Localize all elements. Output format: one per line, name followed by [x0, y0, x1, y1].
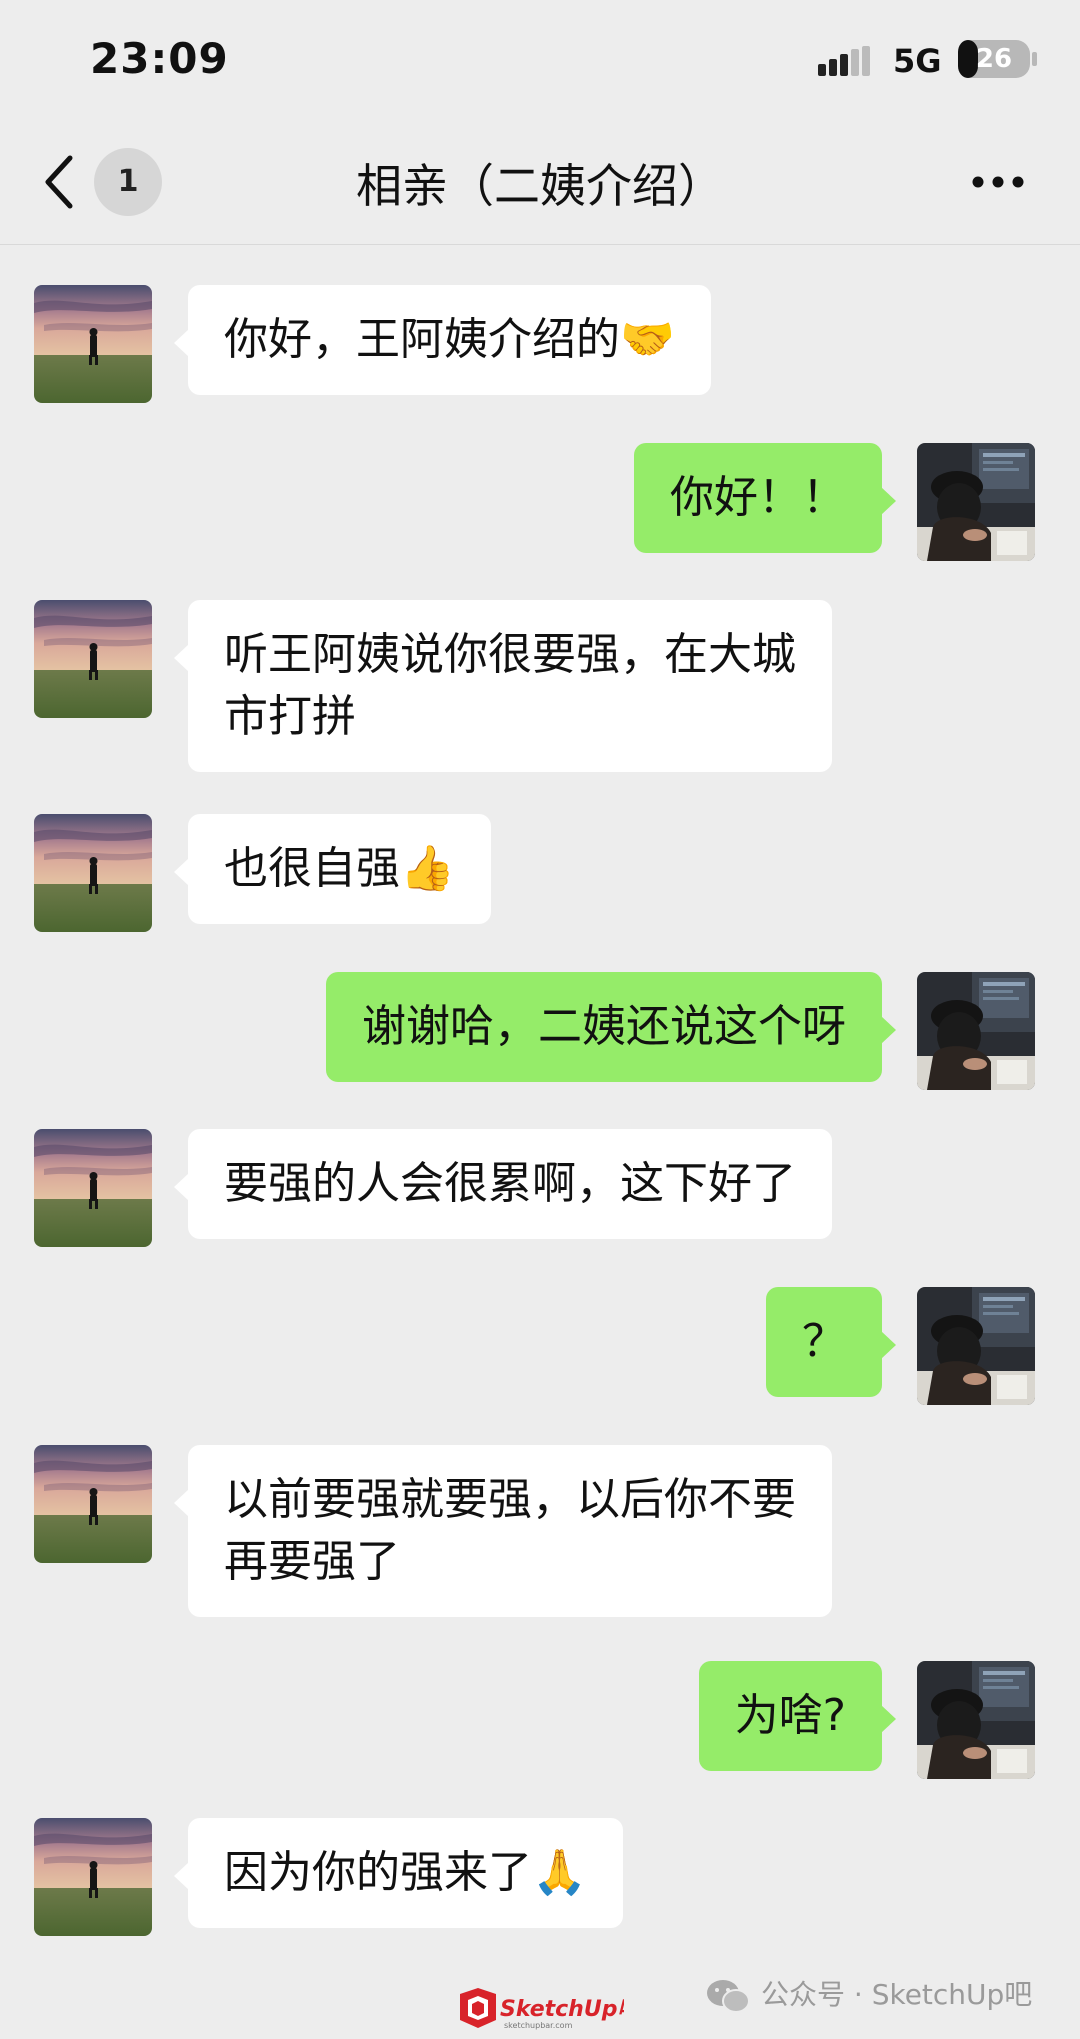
status-time: 23:09 — [90, 34, 229, 83]
contact-avatar[interactable] — [34, 1818, 152, 1936]
message-text: 再要强了 — [224, 1536, 400, 1587]
message-text: ？ — [802, 1316, 846, 1367]
message-bubble[interactable]: 为啥? — [698, 1661, 897, 1771]
chat-title: 相亲（二姨介绍） — [356, 159, 724, 213]
contact-avatar[interactable] — [34, 1129, 152, 1247]
more-options-icon[interactable] — [970, 168, 1026, 196]
emoji-icon: 🙏 — [532, 1847, 587, 1898]
my-avatar[interactable] — [917, 972, 1035, 1090]
message-text: 因为你的强来了 — [224, 1847, 532, 1898]
watermark: 公众号 · SketchUp吧 — [705, 1970, 1032, 2020]
wechat-icon — [707, 1980, 750, 2013]
emoji-icon: 🤝 — [620, 314, 675, 365]
message-text: 听王阿姨说你很要强，在大城 — [224, 629, 796, 680]
message-bubble[interactable]: 以前要强就要强，以后你不要 再要强了 — [174, 1445, 832, 1617]
status-bar: 23:09 5G 26 — [0, 0, 1080, 120]
battery-level: 26 — [975, 44, 1013, 74]
message-bubble[interactable]: 谢谢哈，二姨还说这个呀 — [326, 972, 896, 1082]
watermark-text: 公众号 · SketchUp吧 — [761, 1978, 1033, 2011]
unread-count-badge[interactable]: 1 — [94, 148, 162, 216]
message-bubble[interactable]: ？ — [766, 1287, 896, 1397]
network-type: 5G — [893, 42, 942, 80]
contact-avatar[interactable] — [34, 600, 152, 718]
svg-text:sketchupbar.com: sketchupbar.com — [504, 2021, 573, 2030]
message-text: 市打拼 — [224, 691, 356, 742]
message-list[interactable]: 你好，王阿姨介绍的🤝 你好！！ 听王阿姨说你很要强，在大城 市打拼也很自强👍 谢谢哈，二… — [0, 245, 1080, 2039]
message-text: 你好！！ — [670, 472, 846, 523]
message-bubble[interactable]: 听王阿姨说你很要强，在大城 市打拼 — [174, 600, 832, 772]
message-text: 为啥? — [734, 1690, 846, 1741]
my-avatar[interactable] — [917, 1661, 1035, 1779]
message-bubble[interactable]: 因为你的强来了🙏 — [174, 1818, 623, 1928]
sketchup-logo: SketchUp吧 sketchupbar.com — [460, 1988, 624, 2030]
my-avatar[interactable] — [917, 1287, 1035, 1405]
back-arrow-icon[interactable] — [40, 152, 80, 212]
message-text: 要强的人会很累啊，这下好了 — [224, 1158, 796, 1209]
contact-avatar[interactable] — [34, 814, 152, 932]
contact-avatar[interactable] — [34, 285, 152, 403]
message-bubble[interactable]: 要强的人会很累啊，这下好了 — [174, 1129, 832, 1239]
contact-avatar[interactable] — [34, 1445, 152, 1563]
chat-screen: 23:09 5G 26 1 相亲（二姨介绍） 你好，王阿姨介绍的🤝 你好！！ 听王阿 — [0, 0, 1080, 2039]
my-avatar[interactable] — [917, 443, 1035, 561]
message-text: 谢谢哈，二姨还说这个呀 — [362, 1001, 846, 1052]
svg-text:SketchUp吧: SketchUp吧 — [500, 1997, 624, 2022]
message-text: 以前要强就要强，以后你不要 — [224, 1474, 796, 1525]
message-bubble[interactable]: 你好！！ — [634, 443, 896, 553]
message-text: 也很自强 — [224, 843, 400, 894]
emoji-icon: 👍 — [400, 843, 455, 894]
message-text: 你好，王阿姨介绍的 — [224, 314, 620, 365]
message-bubble[interactable]: 也很自强👍 — [174, 814, 491, 924]
signal-icon — [818, 46, 870, 76]
chat-header: 1 相亲（二姨介绍） — [0, 120, 1080, 245]
message-bubble[interactable]: 你好，王阿姨介绍的🤝 — [174, 285, 711, 395]
